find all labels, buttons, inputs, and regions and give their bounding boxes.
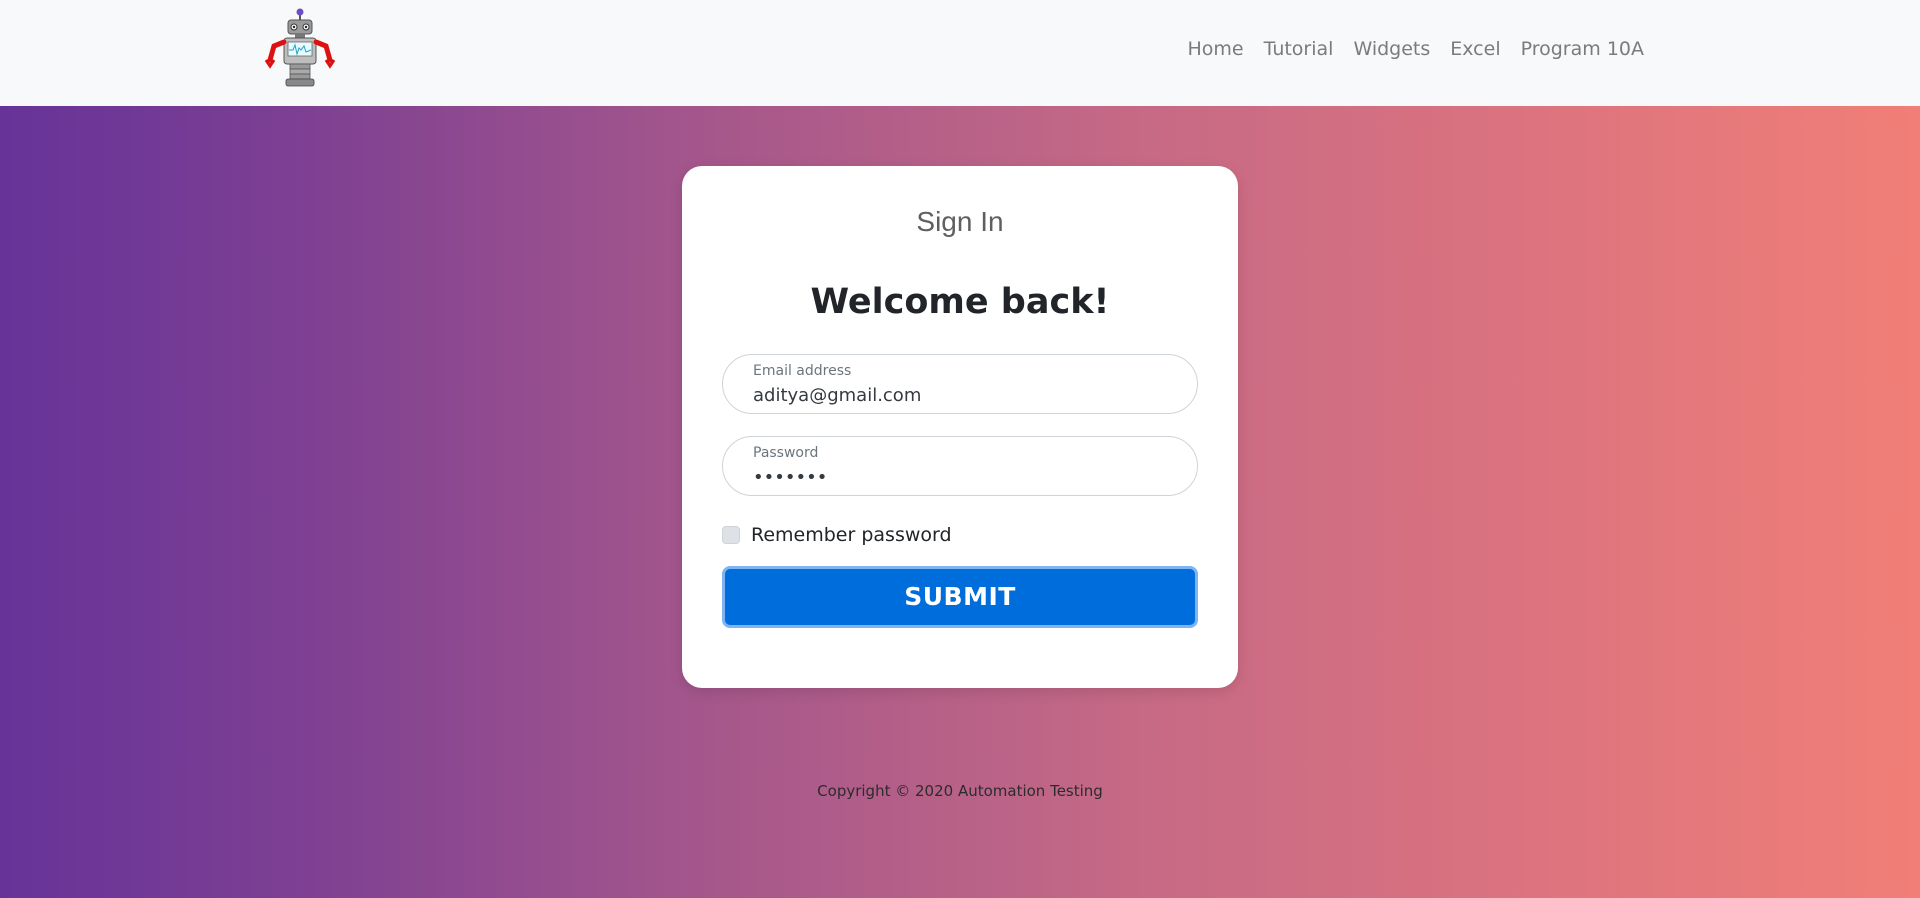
email-label: Email address: [753, 363, 852, 379]
nav-links: Home Tutorial Widgets Excel Program 10A: [1187, 38, 1644, 60]
password-field[interactable]: Password: [722, 436, 1198, 496]
password-input[interactable]: [753, 467, 1163, 488]
footer-copyright: Copyright © 2020 Automation Testing: [817, 782, 1103, 800]
email-input[interactable]: [753, 385, 1163, 406]
nav-link-home[interactable]: Home: [1187, 38, 1243, 60]
remember-password-row[interactable]: Remember password: [722, 524, 952, 546]
remember-password-checkbox[interactable]: [722, 526, 740, 544]
nav-link-tutorial[interactable]: Tutorial: [1264, 38, 1334, 60]
nav-link-widgets[interactable]: Widgets: [1353, 38, 1430, 60]
welcome-title: Welcome back!: [810, 282, 1110, 322]
sign-in-card: Sign In Welcome back! Email address Pass…: [682, 166, 1238, 688]
sign-in-heading: Sign In: [916, 206, 1004, 237]
email-field[interactable]: Email address: [722, 354, 1198, 414]
remember-password-label[interactable]: Remember password: [751, 524, 952, 546]
nav-link-excel[interactable]: Excel: [1450, 38, 1500, 60]
submit-button[interactable]: SUBMIT: [722, 566, 1198, 628]
navbar: Home Tutorial Widgets Excel Program 10A: [0, 0, 1920, 106]
password-label: Password: [753, 445, 819, 461]
robot-logo-icon[interactable]: [262, 8, 338, 92]
nav-link-program-10a[interactable]: Program 10A: [1521, 38, 1644, 60]
